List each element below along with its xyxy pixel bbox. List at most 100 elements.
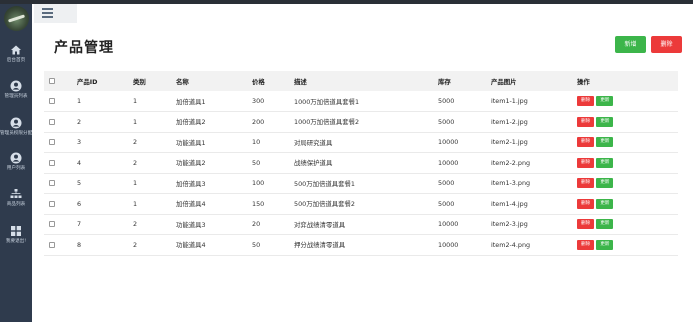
row-delete-button[interactable]: 删除 — [577, 116, 595, 127]
sidebar-item-product-list[interactable]: 商品列表 — [0, 188, 32, 207]
cell-stock: 10000 — [438, 138, 459, 147]
sidebar-item-admin-list[interactable]: 管理员列表 — [0, 80, 32, 99]
row-checkbox[interactable] — [49, 241, 55, 248]
table-row: 8 2 功能道具4 50 押分战绩清零道具 10000 item2-4.png 删除 更新 — [44, 235, 678, 255]
cell-category: 1 — [133, 97, 138, 105]
cell-actions: 删除 更新 — [577, 214, 678, 235]
cell-name: 加倍道具3 — [176, 179, 206, 188]
cell-description: 1000万加倍道具套餐1 — [294, 97, 360, 106]
row-update-button[interactable]: 更新 — [596, 198, 614, 209]
cell-name: 加倍道具1 — [176, 97, 206, 106]
row-update-button[interactable]: 更新 — [596, 137, 614, 148]
column-header: 产品图片 — [491, 77, 517, 86]
user-icon — [10, 80, 22, 92]
cell-image: item1-4.jpg — [491, 199, 528, 208]
sidebar-item-logout[interactable]: 我要退出! — [0, 225, 32, 244]
cell-stock: 5000 — [438, 97, 455, 105]
sitemap-icon — [10, 189, 22, 198]
row-delete-button[interactable]: 删除 — [577, 239, 595, 250]
cell-category: 1 — [133, 117, 138, 126]
column-header: 类别 — [133, 77, 146, 86]
row-update-button[interactable]: 更新 — [596, 157, 614, 168]
cell-actions: 删除 更新 — [577, 194, 678, 215]
table-row: 1 1 加倍道具1 300 1000万加倍道具套餐1 5000 item1-1.jpg 删除更… — [44, 91, 678, 112]
cell-stock: 10000 — [438, 158, 459, 167]
add-button[interactable]: 新增 — [615, 36, 646, 53]
cell-id: 1 — [77, 97, 82, 105]
cell-actions: 删除 更新 — [577, 91, 678, 112]
cell-image: item1-3.png — [491, 179, 531, 188]
column-header: 名称 — [176, 77, 189, 86]
cell-price: 50 — [252, 158, 261, 167]
row-update-button[interactable]: 更新 — [596, 239, 614, 250]
column-header: 价格 — [252, 77, 265, 86]
cell-id: 3 — [77, 138, 82, 147]
cell-description: 对弈战绩清零道具 — [294, 220, 346, 229]
row-checkbox[interactable] — [49, 159, 55, 166]
table-row: 4 2 功能道具2 50 战绩保护道具 10000 item2-2.png 删除 更新 — [44, 153, 678, 173]
cell-name: 功能道具3 — [176, 220, 206, 229]
row-checkbox[interactable] — [49, 200, 55, 207]
cell-image: item2-3.jpg — [491, 220, 528, 229]
row-delete-button[interactable]: 删除 — [577, 96, 595, 106]
cell-id: 5 — [77, 179, 82, 188]
cell-id: 2 — [77, 117, 82, 126]
cell-description: 战绩保护道具 — [294, 159, 333, 168]
cell-price: 200 — [252, 117, 265, 126]
avatar — [4, 6, 29, 31]
hamburger-icon — [42, 8, 53, 10]
cell-stock: 5000 — [438, 117, 455, 126]
sidebar-item-home[interactable]: 后台首页 — [0, 44, 32, 63]
sidebar-item-label: 管理员权限分配 — [0, 131, 33, 136]
cell-category: 2 — [133, 240, 138, 249]
row-checkbox[interactable] — [49, 221, 55, 228]
column-header: 描述 — [294, 77, 307, 86]
cell-price: 20 — [252, 220, 261, 229]
cell-name: 功能道具1 — [176, 138, 206, 147]
menu-toggle-button[interactable] — [34, 4, 77, 23]
cell-id: 6 — [77, 199, 82, 208]
row-update-button[interactable]: 更新 — [596, 116, 614, 127]
sidebar-item-label: 后台首页 — [6, 58, 26, 63]
cell-stock: 5000 — [438, 199, 455, 208]
user-icon — [10, 152, 22, 164]
cell-category: 1 — [133, 179, 138, 188]
sidebar-item-label: 商品列表 — [6, 202, 26, 207]
row-delete-button[interactable]: 删除 — [577, 157, 595, 168]
row-checkbox[interactable] — [49, 98, 55, 104]
table-row: 7 2 功能道具3 20 对弈战绩清零道具 10000 item2-3.jpg 删除 更新 — [44, 214, 678, 235]
cell-image: item2-2.png — [491, 158, 531, 167]
row-delete-button[interactable]: 删除 — [577, 137, 595, 148]
table-row: 2 1 加倍道具2 200 1000万加倍道具套餐2 5000 item1-2.jpg 删除更… — [44, 112, 678, 133]
cell-actions: 删除 更新 — [577, 112, 678, 133]
sidebar-item-label: 用户列表 — [6, 166, 26, 171]
cell-category: 2 — [133, 220, 138, 229]
row-checkbox[interactable] — [49, 118, 55, 125]
cell-price: 150 — [252, 199, 265, 208]
cell-name: 功能道具2 — [176, 159, 206, 168]
row-update-button[interactable]: 更新 — [596, 219, 614, 230]
browser-top-strip — [0, 0, 693, 4]
cell-stock: 5000 — [438, 179, 455, 188]
cell-description: 1000万加倍道具套餐2 — [294, 118, 360, 127]
column-header: 操作 — [577, 77, 590, 86]
delete-button[interactable]: 删除 — [651, 36, 682, 53]
row-checkbox[interactable] — [49, 180, 55, 187]
row-update-button[interactable]: 更新 — [596, 96, 614, 106]
row-delete-button[interactable]: 删除 — [577, 178, 595, 189]
cell-name: 加倍道具2 — [176, 118, 206, 127]
column-header: 库存 — [438, 77, 451, 86]
sidebar-item-admin-permissions[interactable]: 管理员权限分配 — [0, 117, 32, 136]
select-all-checkbox[interactable] — [49, 78, 55, 84]
row-delete-button[interactable]: 删除 — [577, 198, 595, 209]
cell-description: 对局研究道具 — [294, 138, 333, 147]
row-delete-button[interactable]: 删除 — [577, 219, 595, 230]
row-update-button[interactable]: 更新 — [596, 178, 614, 189]
sidebar-item-user-list[interactable]: 用户列表 — [0, 152, 32, 171]
cell-description: 押分战绩清零道具 — [294, 241, 346, 250]
table-row: 6 1 加倍道具4 150 500万加倍道具套餐2 5000 item1-4.jpg 删除 更新 — [44, 194, 678, 215]
cell-image: item1-1.jpg — [491, 97, 528, 105]
row-checkbox[interactable] — [49, 139, 55, 146]
cell-price: 300 — [252, 97, 265, 105]
cell-category: 2 — [133, 138, 138, 147]
